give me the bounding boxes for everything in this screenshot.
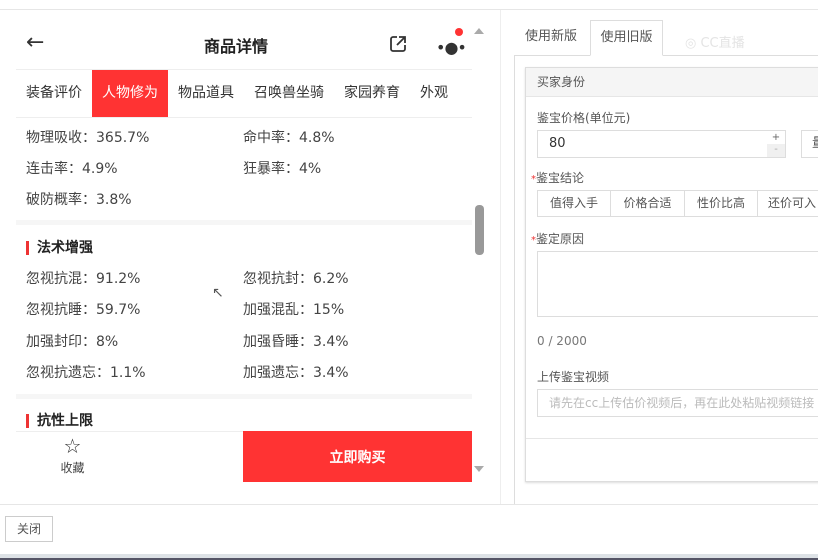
stat: 忽视抗遗忘：1.1% <box>26 365 146 381</box>
conclusion-label: *鉴宝结论 <box>531 169 584 186</box>
conclusion-option[interactable]: 值得入手 <box>537 190 611 217</box>
decrement-button[interactable]: - <box>767 144 785 157</box>
tab-equipment-review[interactable]: 装备评价 <box>16 70 92 117</box>
conclusion-option[interactable]: 还价可入 <box>757 190 818 217</box>
top-divider <box>0 9 818 10</box>
window-bottom-edge <box>0 554 818 560</box>
tab-items[interactable]: 物品道具 <box>168 70 244 117</box>
tab-appearance[interactable]: 外观 <box>410 70 458 117</box>
tab-new-version[interactable]: 使用新版 <box>515 20 587 56</box>
stat: 加强封印：8% <box>26 334 119 350</box>
favorite-button[interactable]: ☆ 收藏 <box>16 436 129 476</box>
card-title: 买家身份 <box>526 68 818 97</box>
scroll-up-arrow[interactable] <box>474 28 484 34</box>
stat: 狂暴率：4% <box>243 161 322 177</box>
category-tabs: 装备评价 人物修为 物品道具 召唤兽坐骑 家园养育 外观 <box>16 69 472 118</box>
section-title: 抗性上限 <box>26 414 93 428</box>
video-label: 上传鉴宝视频 <box>537 370 610 384</box>
stat: 破防概率：3.8% <box>26 192 132 208</box>
stat: 命中率：4.8% <box>243 130 335 146</box>
stat: 物理吸收：365.7% <box>26 130 150 146</box>
price-label: 鉴宝价格(单位元) <box>537 111 631 125</box>
panel-divider <box>500 10 501 505</box>
video-link-input[interactable]: 请先在cc上传估价视频后，再在此处粘贴视频链接 <box>537 389 818 417</box>
more-icon[interactable]: •●• <box>436 38 467 57</box>
tab-summons[interactable]: 召唤兽坐骑 <box>244 70 334 117</box>
side-button[interactable]: 量 <box>801 130 818 158</box>
char-counter: 0 / 2000 <box>537 334 587 348</box>
notification-dot <box>455 28 463 36</box>
mouse-cursor: ↖ <box>212 285 224 301</box>
close-button[interactable]: 关闭 <box>5 516 53 542</box>
card-divider <box>526 438 818 439</box>
reason-label-text: 鉴定原因 <box>536 232 585 246</box>
tab-old-version[interactable]: 使用旧版 <box>590 20 663 56</box>
buy-now-button[interactable]: 立即购买 <box>243 431 472 482</box>
reason-label: *鉴定原因 <box>531 230 584 247</box>
share-icon[interactable] <box>388 34 408 58</box>
footer-divider <box>0 504 818 505</box>
stat: 忽视抗睡：59.7% <box>26 302 141 318</box>
conclusion-option[interactable]: 价格合适 <box>610 190 685 217</box>
stat: 加强混乱：15% <box>243 302 345 318</box>
increment-button[interactable]: + <box>767 131 785 144</box>
scroll-down-arrow[interactable] <box>474 466 484 472</box>
price-input[interactable]: 80 <box>537 130 786 158</box>
stat: 连击率：4.9% <box>26 161 118 177</box>
favorite-label: 收藏 <box>60 461 85 475</box>
conclusion-option[interactable]: 性价比高 <box>684 190 758 217</box>
section-title: 法术增强 <box>26 241 93 255</box>
stat: 忽视抗混：91.2% <box>26 271 141 287</box>
stat: 加强昏睡：3.4% <box>243 334 349 350</box>
tab-home[interactable]: 家园养育 <box>334 70 410 117</box>
conclusion-label-text: 鉴宝结论 <box>536 171 585 185</box>
stat: 加强遗忘：3.4% <box>243 365 349 381</box>
section-divider <box>16 394 472 399</box>
scrollbar-thumb[interactable] <box>475 205 484 255</box>
section-divider <box>16 220 472 225</box>
star-icon: ☆ <box>63 434 82 458</box>
tab-character[interactable]: 人物修为 <box>92 70 168 117</box>
reason-textarea[interactable] <box>537 251 818 317</box>
watermark-logo: ◎ CC直播 <box>685 36 745 51</box>
stat: 忽视抗封：6.2% <box>243 271 349 287</box>
